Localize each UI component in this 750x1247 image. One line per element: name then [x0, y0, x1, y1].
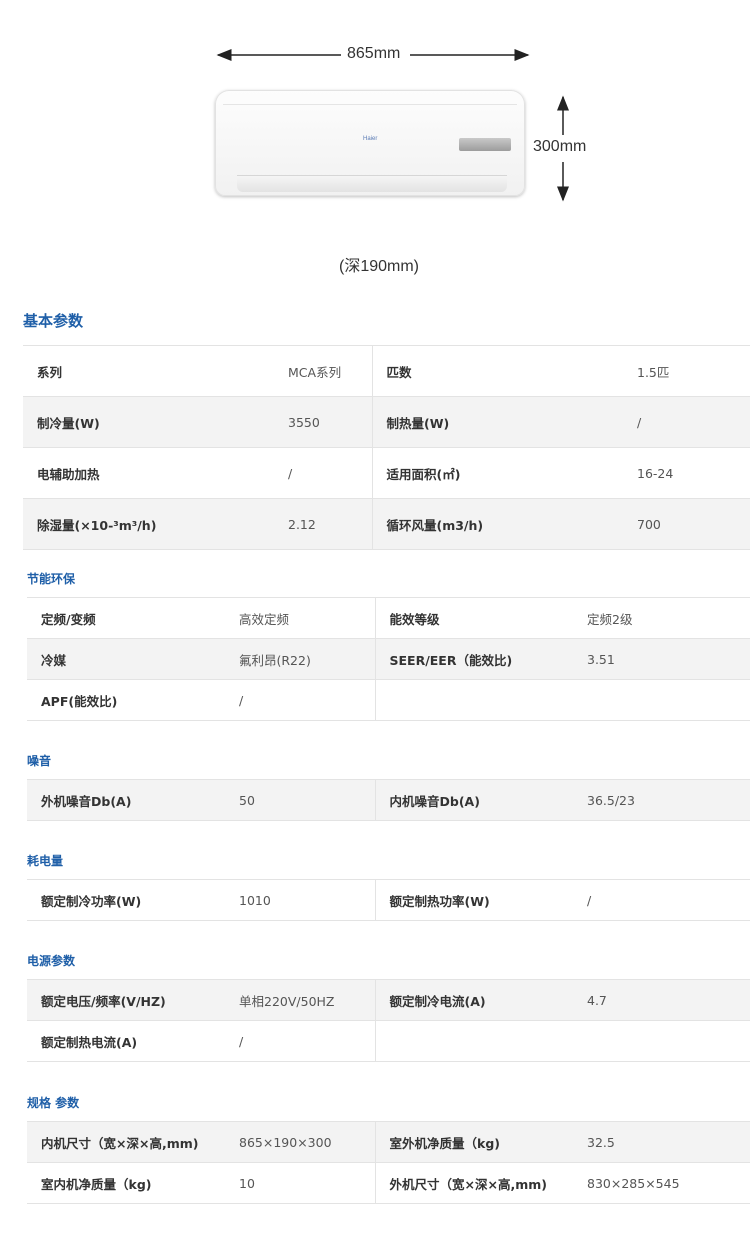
- param-value: 32.5: [573, 1121, 750, 1163]
- param-name: 额定电压/频率(V/HZ): [27, 979, 225, 1021]
- table-row: 内机尺寸（宽×深×高,mm) 865×190×300 室外机净质量（kg) 32…: [27, 1121, 750, 1163]
- param-value: 2.12: [274, 498, 372, 550]
- param-name: 额定制冷电流(A): [374, 979, 573, 1021]
- param-value: 3.51: [573, 638, 750, 680]
- product-dimension-figure: 865mm 300mm Haier (深190mm): [0, 0, 750, 300]
- table-row: 定频/变频 高效定频 能效等级 定频2级: [27, 597, 750, 639]
- louver: [237, 175, 507, 192]
- basic-params-table: 系列 MCA系列 匹数 1.5匹 制冷量(W) 3550 制热量(W) / 电辅…: [23, 345, 750, 550]
- width-label: 865mm: [341, 45, 407, 63]
- air-vent: [223, 96, 517, 105]
- power-consumption-section-title: 耗电量: [27, 854, 64, 868]
- table-row: 额定制热电流(A) /: [27, 1020, 750, 1062]
- power-consumption-table: 额定制冷功率(W) 1010 额定制热功率(W) /: [27, 879, 750, 921]
- param-name: 循环风量(m3/h): [371, 498, 623, 550]
- power-supply-section-title: 电源参数: [27, 954, 76, 968]
- param-name: 冷媒: [27, 638, 225, 680]
- noise-table: 外机噪音Db(A) 50 内机噪音Db(A) 36.5/23: [27, 779, 750, 821]
- param-name: 除湿量(×10-³m³/h): [23, 498, 274, 550]
- noise-section-title: 噪音: [27, 754, 52, 768]
- energy-section-title: 节能环保: [27, 572, 76, 586]
- param-name: 额定制冷功率(W): [27, 879, 225, 921]
- table-row: 电辅助加热 / 适用面积(㎡) 16-24: [23, 447, 750, 499]
- param-value: 865×190×300: [225, 1121, 375, 1163]
- param-name: 电辅助加热: [23, 447, 274, 499]
- param-name: 外机噪音Db(A): [27, 779, 225, 821]
- table-row: APF(能效比) /: [27, 679, 750, 721]
- param-value: 高效定频: [225, 597, 375, 639]
- specification-section-title: 规格 参数: [27, 1096, 80, 1110]
- depth-label: (深190mm): [333, 252, 426, 276]
- table-row: 系列 MCA系列 匹数 1.5匹: [23, 345, 750, 397]
- param-value: 3550: [274, 396, 372, 448]
- param-value: 10: [225, 1162, 375, 1204]
- param-name: 额定制热功率(W): [374, 879, 573, 921]
- param-name: 室内机净质量（kg): [27, 1162, 225, 1204]
- table-row: 冷媒 氟利昂(R22) SEER/EER（能效比) 3.51: [27, 638, 750, 680]
- table-row: 制冷量(W) 3550 制热量(W) /: [23, 396, 750, 448]
- param-name: 外机尺寸（宽×深×高,mm): [374, 1162, 573, 1204]
- table-row: 额定电压/频率(V/HZ) 单相220V/50HZ 额定制冷电流(A) 4.7: [27, 979, 750, 1021]
- param-name: 内机尺寸（宽×深×高,mm): [27, 1121, 225, 1163]
- brand-logo: Haier: [363, 136, 378, 142]
- param-value: /: [274, 447, 372, 499]
- table-row: 室内机净质量（kg) 10 外机尺寸（宽×深×高,mm) 830×285×545: [27, 1162, 750, 1204]
- power-supply-table: 额定电压/频率(V/HZ) 单相220V/50HZ 额定制冷电流(A) 4.7 …: [27, 979, 750, 1062]
- param-name: 制冷量(W): [23, 396, 274, 448]
- energy-table: 定频/变频 高效定频 能效等级 定频2级 冷媒 氟利昂(R22) SEER/EE…: [27, 597, 750, 721]
- display-panel: [459, 138, 511, 151]
- param-name: [374, 1020, 573, 1062]
- param-name: 额定制热电流(A): [27, 1020, 225, 1062]
- param-name: [374, 679, 573, 721]
- param-name: 匹数: [371, 345, 623, 397]
- param-value: /: [623, 396, 750, 448]
- param-name: 定频/变频: [27, 597, 225, 639]
- table-row: 除湿量(×10-³m³/h) 2.12 循环风量(m3/h) 700: [23, 498, 750, 550]
- param-value: 单相220V/50HZ: [225, 979, 375, 1021]
- param-value: 定频2级: [573, 597, 750, 639]
- param-value: /: [573, 879, 750, 921]
- table-row: 外机噪音Db(A) 50 内机噪音Db(A) 36.5/23: [27, 779, 750, 821]
- param-value: 36.5/23: [573, 779, 750, 821]
- air-conditioner-image: Haier: [215, 90, 525, 196]
- param-value: 830×285×545: [573, 1162, 750, 1204]
- param-value: 4.7: [573, 979, 750, 1021]
- param-value: 1010: [225, 879, 375, 921]
- param-name: APF(能效比): [27, 679, 225, 721]
- param-name: SEER/EER（能效比): [374, 638, 573, 680]
- table-row: 额定制冷功率(W) 1010 额定制热功率(W) /: [27, 879, 750, 921]
- param-value: 16-24: [623, 447, 750, 499]
- param-value: 1.5匹: [623, 345, 750, 397]
- basic-params-title: 基本参数: [23, 312, 84, 330]
- param-name: 室外机净质量（kg): [374, 1121, 573, 1163]
- param-value: /: [225, 1020, 375, 1062]
- param-name: 系列: [23, 345, 274, 397]
- param-value: /: [225, 679, 375, 721]
- param-name: 内机噪音Db(A): [374, 779, 573, 821]
- param-name: 制热量(W): [371, 396, 623, 448]
- param-value: [573, 679, 750, 721]
- param-value: [573, 1020, 750, 1062]
- param-name: 适用面积(㎡): [371, 447, 623, 499]
- param-value: 700: [623, 498, 750, 550]
- specification-table: 内机尺寸（宽×深×高,mm) 865×190×300 室外机净质量（kg) 32…: [27, 1121, 750, 1204]
- param-name: 能效等级: [374, 597, 573, 639]
- height-label: 300mm: [527, 138, 593, 156]
- param-value: 50: [225, 779, 375, 821]
- param-value: MCA系列: [274, 345, 372, 397]
- param-value: 氟利昂(R22): [225, 638, 375, 680]
